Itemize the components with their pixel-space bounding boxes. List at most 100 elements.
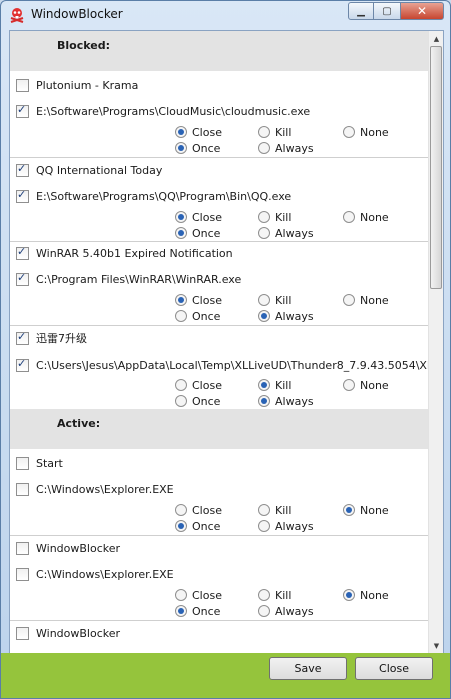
radio-dot [258, 504, 270, 516]
radio-once[interactable]: Once [175, 141, 220, 155]
radio-always[interactable]: Always [258, 519, 314, 533]
checkbox-box [16, 188, 29, 203]
exe-path-checkbox[interactable]: C:\Program Files\WinRAR\WinRAR.exe [16, 271, 241, 287]
window-title-label: WindowBlocker [36, 626, 121, 640]
title-bar[interactable]: WindowBlocker ▁ ▢ ✕ [1, 1, 450, 29]
exe-path-label: C:\Windows\Explorer.EXE [36, 482, 174, 496]
radio-dot [175, 126, 187, 138]
radio-label: Close [192, 503, 222, 517]
radio-none[interactable]: None [343, 210, 389, 224]
radio-none[interactable]: None [343, 293, 389, 307]
window-title-checkbox[interactable]: WindowBlocker [16, 540, 120, 556]
radio-close[interactable]: Close [175, 125, 222, 139]
radio-once[interactable]: Once [175, 226, 220, 240]
checkbox-box [16, 357, 29, 372]
radio-always[interactable]: Always [258, 309, 314, 323]
radio-none[interactable]: None [343, 125, 389, 139]
radio-dot [258, 605, 270, 617]
exe-path-checkbox[interactable]: C:\Windows\Explorer.EXE [16, 566, 174, 582]
radio-dot [175, 520, 187, 532]
vertical-scrollbar[interactable]: ▲ ▼ [428, 31, 443, 653]
section-header-blocked: Blocked: [10, 31, 428, 71]
window-controls: ▁ ▢ ✕ [348, 2, 444, 20]
radio-once[interactable]: Once [175, 604, 220, 618]
radio-dot [258, 310, 270, 322]
radio-none[interactable]: None [343, 503, 389, 517]
window-title-checkbox[interactable]: Plutonium - Krama [16, 77, 138, 93]
row-separator [10, 535, 428, 536]
radio-label: Close [192, 293, 222, 307]
radio-dot [258, 589, 270, 601]
radio-label: Always [275, 226, 314, 240]
minimize-icon: ▁ [357, 5, 365, 17]
radio-close[interactable]: Close [175, 588, 222, 602]
window-title-checkbox[interactable]: QQ International Today [16, 162, 162, 178]
radio-always[interactable]: Always [258, 394, 314, 408]
radio-kill[interactable]: Kill [258, 210, 291, 224]
radio-always[interactable]: Always [258, 141, 314, 155]
checkbox-box [16, 626, 29, 640]
radio-dot [175, 142, 187, 154]
radio-label: Close [192, 125, 222, 139]
minimize-button[interactable]: ▁ [348, 2, 374, 20]
exe-path-checkbox[interactable]: E:\Software\Programs\CloudMusic\cloudmus… [16, 103, 310, 119]
close-icon: ✕ [416, 4, 428, 18]
radio-close[interactable]: Close [175, 293, 222, 307]
checkbox-box [16, 330, 29, 345]
window-title-checkbox[interactable]: WinRAR 5.40b1 Expired Notification [16, 245, 233, 261]
radio-label: None [360, 125, 389, 139]
radio-once[interactable]: Once [175, 519, 220, 533]
radio-dot [343, 379, 355, 391]
radio-label: Kill [275, 210, 292, 224]
radio-dot [175, 294, 187, 306]
exe-path-checkbox[interactable]: E:\Software\Programs\QQ\Program\Bin\QQ.e… [16, 188, 291, 204]
radio-always[interactable]: Always [258, 226, 314, 240]
radio-always[interactable]: Always [258, 604, 314, 618]
radio-label: Close [192, 378, 222, 392]
radio-label: Always [275, 309, 314, 323]
radio-label: Once [192, 394, 221, 408]
exe-path-checkbox[interactable]: C:\Windows\Explorer.EXE [16, 481, 174, 497]
scroll-up-arrow-icon[interactable]: ▲ [429, 31, 443, 46]
radio-kill[interactable]: Kill [258, 588, 291, 602]
scroll-down-arrow-icon[interactable]: ▼ [429, 638, 443, 653]
radio-dot [175, 504, 187, 516]
radio-once[interactable]: Once [175, 394, 220, 408]
radio-label: None [360, 588, 389, 602]
radio-label: Always [275, 141, 314, 155]
radio-kill[interactable]: Kill [258, 293, 291, 307]
checkbox-box [16, 567, 29, 581]
radio-dot [258, 227, 270, 239]
window-title-label: WindowBlocker [36, 541, 121, 555]
radio-dot [258, 126, 270, 138]
radio-close[interactable]: Close [175, 503, 222, 517]
exe-path-checkbox[interactable]: C:\Users\Jesus\AppData\Local\Temp\XLLive… [16, 357, 428, 373]
window-title-checkbox[interactable]: WindowBlocker [16, 625, 120, 641]
radio-dot [258, 379, 270, 391]
save-button[interactable]: Save [269, 657, 347, 680]
window-title-checkbox[interactable]: Start [16, 455, 63, 471]
radio-dot [258, 211, 270, 223]
radio-label: Kill [275, 293, 292, 307]
radio-label: Kill [275, 588, 292, 602]
scrollbar-thumb[interactable] [430, 46, 442, 289]
radio-kill[interactable]: Kill [258, 125, 291, 139]
exe-path-label: E:\Software\Programs\CloudMusic\cloudmus… [36, 104, 311, 118]
radio-none[interactable]: None [343, 588, 389, 602]
content-area: Blocked: Plutonium - Krama E:\Software\P… [9, 30, 444, 654]
close-button[interactable]: Close [355, 657, 433, 680]
radio-none[interactable]: None [343, 378, 389, 392]
window-close-button[interactable]: ✕ [400, 2, 444, 20]
radio-dot [343, 294, 355, 306]
radio-kill[interactable]: Kill [258, 503, 291, 517]
radio-kill[interactable]: Kill [258, 378, 291, 392]
radio-label: Once [192, 309, 221, 323]
radio-dot [175, 589, 187, 601]
radio-once[interactable]: Once [175, 309, 220, 323]
radio-close[interactable]: Close [175, 378, 222, 392]
window-title-checkbox[interactable]: 迅雷7升级 [16, 330, 87, 346]
radio-close[interactable]: Close [175, 210, 222, 224]
radio-dot [175, 211, 187, 223]
checkbox-box [16, 162, 29, 177]
maximize-button[interactable]: ▢ [374, 2, 400, 20]
